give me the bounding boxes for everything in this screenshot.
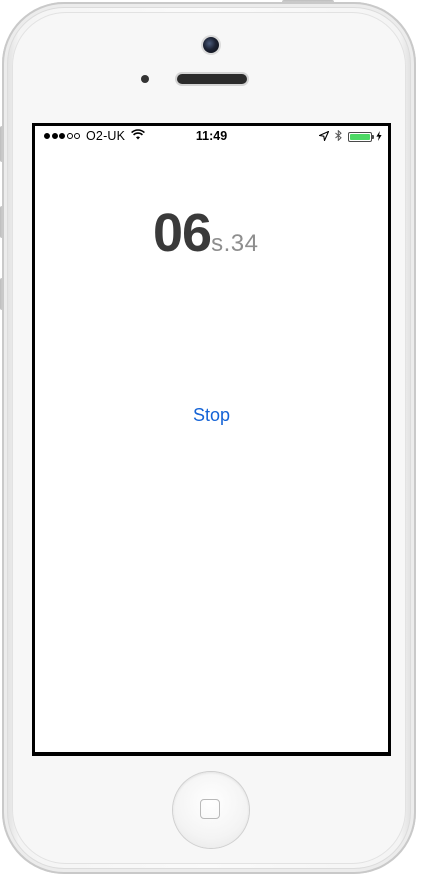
- battery-icon: [348, 132, 374, 142]
- device-mockup: O2-UK 11:49 06s.34 Stop: [0, 0, 424, 878]
- stop-button[interactable]: Stop: [35, 405, 388, 426]
- home-square-icon: [200, 799, 220, 819]
- status-bar: O2-UK 11:49: [35, 126, 388, 148]
- earpiece-speaker: [177, 74, 247, 84]
- home-button[interactable]: [173, 772, 249, 848]
- elapsed-fraction: s.34: [211, 230, 259, 257]
- proximity-sensor: [141, 75, 149, 83]
- battery-group: [348, 130, 382, 144]
- app-view: O2-UK 11:49 06s.34 Stop: [35, 126, 388, 752]
- screen: O2-UK 11:49 06s.34 Stop: [32, 123, 391, 756]
- stopwatch-display: 06s.34: [153, 206, 258, 260]
- location-arrow-icon: [318, 130, 330, 144]
- status-right: [318, 129, 382, 144]
- battery-fill: [350, 134, 370, 140]
- charging-bolt-icon: [376, 130, 382, 144]
- elapsed-seconds: 06: [153, 203, 212, 263]
- front-camera: [203, 37, 219, 53]
- bluetooth-icon: [335, 129, 342, 144]
